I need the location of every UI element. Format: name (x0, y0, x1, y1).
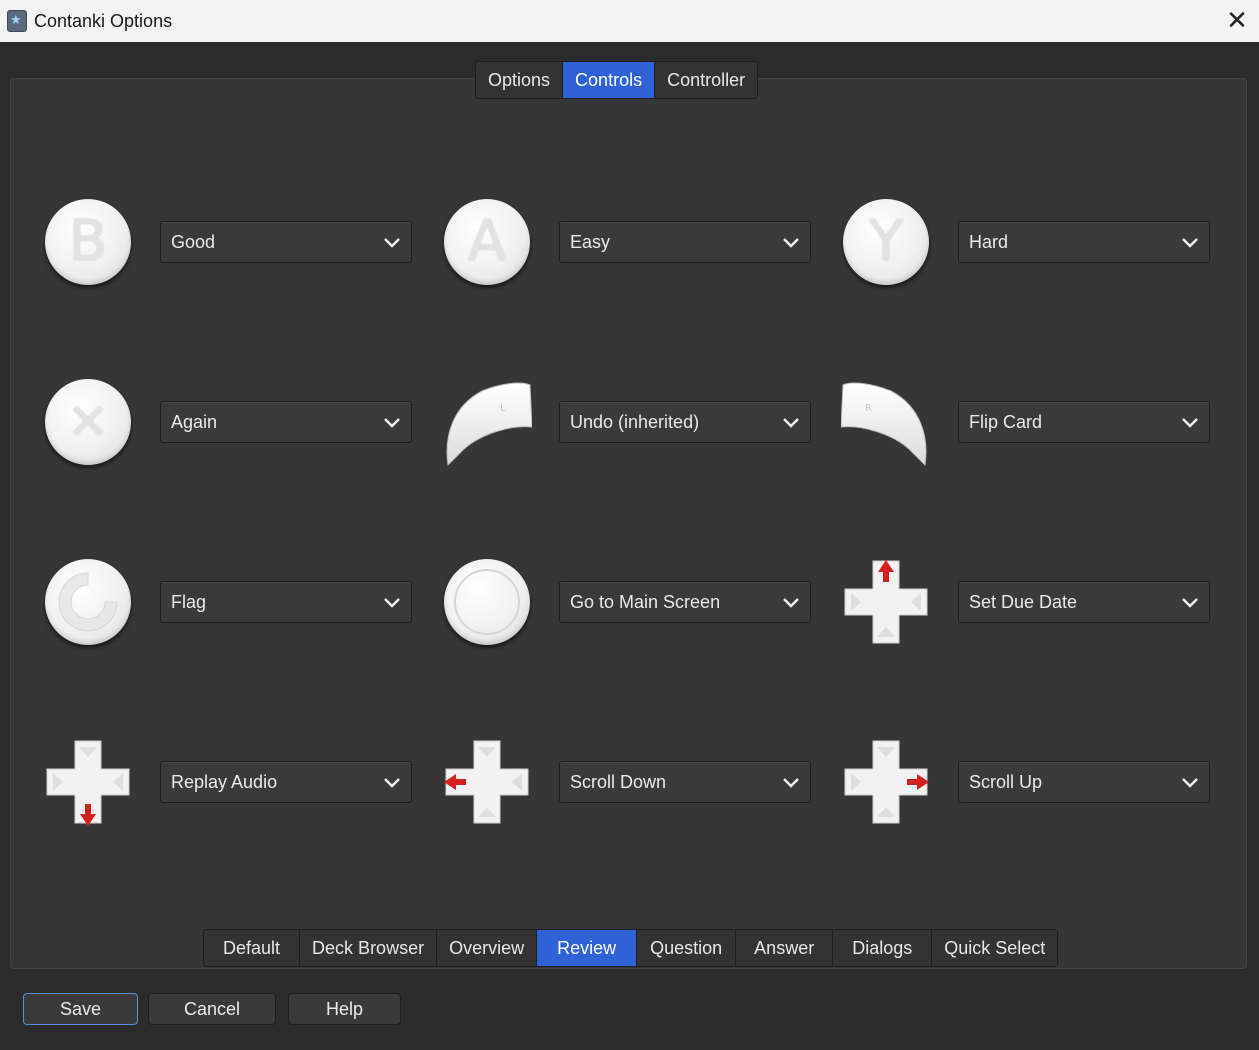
chevron-down-icon (782, 233, 800, 251)
dpad-right-action-value: Scroll Up (969, 772, 1043, 792)
x-button-action-value: Again (171, 412, 218, 432)
dpad-right-icon (841, 737, 931, 827)
chevron-down-icon (1181, 233, 1199, 251)
left-bumper-icon: L (442, 377, 533, 467)
help-button[interactable]: Help (288, 993, 401, 1025)
right-bumper-icon: R (840, 377, 931, 467)
chevron-down-icon (383, 593, 401, 611)
chevron-down-icon (782, 773, 800, 791)
b-button-action-value: Good (171, 232, 216, 252)
b-button-action-select[interactable]: Good (160, 221, 412, 263)
x-button-icon: ✕ (43, 377, 133, 467)
a-button-icon: A (442, 197, 532, 287)
share-button-action-select[interactable]: Flag (160, 581, 412, 623)
left-bumper-action-value: Undo (inherited) (570, 412, 700, 432)
tab-controls[interactable]: Controls (563, 62, 656, 98)
cancel-button[interactable]: Cancel (148, 993, 276, 1025)
top-tab-bar: Options Controls Controller (475, 61, 759, 99)
mode-tab-bar: Default Deck Browser Overview Review Que… (203, 929, 1059, 967)
dpad-down-action-select[interactable]: Replay Audio (160, 761, 412, 803)
tab-dialogs[interactable]: Dialogs (833, 930, 933, 966)
tab-quick-select[interactable]: Quick Select (932, 930, 1058, 966)
chevron-down-icon (1181, 593, 1199, 611)
dpad-up-action-value: Set Due Date (969, 592, 1078, 612)
app-icon (7, 10, 27, 32)
controls-panel (10, 78, 1247, 969)
left-bumper-action-select[interactable]: Undo (inherited) (559, 401, 811, 443)
chevron-down-icon (383, 233, 401, 251)
tab-controller[interactable]: Controller (655, 62, 758, 98)
tab-options[interactable]: Options (476, 62, 564, 98)
tab-question[interactable]: Question (637, 930, 737, 966)
svg-text:L: L (500, 403, 506, 414)
home-button-action-select[interactable]: Go to Main Screen (559, 581, 811, 623)
x-button-action-select[interactable]: Again (160, 401, 412, 443)
a-button-action-select[interactable]: Easy (559, 221, 811, 263)
chevron-down-icon (383, 413, 401, 431)
tab-answer[interactable]: Answer (736, 930, 834, 966)
tab-overview[interactable]: Overview (437, 930, 538, 966)
svg-text:R: R (865, 403, 872, 414)
home-button-action-value: Go to Main Screen (570, 592, 721, 612)
title-bar: Contanki Options ✕ (0, 0, 1259, 42)
dpad-left-action-select[interactable]: Scroll Down (559, 761, 811, 803)
tab-default[interactable]: Default (204, 930, 301, 966)
y-button-action-value: Hard (969, 232, 1009, 252)
chevron-down-icon (383, 773, 401, 791)
tab-deck-browser[interactable]: Deck Browser (300, 930, 438, 966)
dpad-right-action-select[interactable]: Scroll Up (958, 761, 1210, 803)
close-button[interactable]: ✕ (1215, 0, 1259, 42)
chevron-down-icon (1181, 773, 1199, 791)
a-button-action-value: Easy (570, 232, 611, 252)
home-button-icon (442, 557, 532, 647)
dpad-up-icon (841, 557, 931, 647)
save-button[interactable]: Save (23, 993, 138, 1025)
tab-review[interactable]: Review (537, 930, 638, 966)
dpad-left-action-value: Scroll Down (570, 772, 667, 792)
dpad-down-action-value: Replay Audio (171, 772, 278, 792)
b-button-icon: B (43, 197, 133, 287)
y-button-icon: Y (841, 197, 931, 287)
share-button-action-value: Flag (171, 592, 207, 612)
right-bumper-action-select[interactable]: Flip Card (958, 401, 1210, 443)
chevron-down-icon (782, 413, 800, 431)
dpad-down-icon (43, 737, 133, 827)
chevron-down-icon (782, 593, 800, 611)
share-button-icon (43, 557, 133, 647)
right-bumper-action-value: Flip Card (969, 412, 1043, 432)
y-button-action-select[interactable]: Hard (958, 221, 1210, 263)
chevron-down-icon (1181, 413, 1199, 431)
dpad-up-action-select[interactable]: Set Due Date (958, 581, 1210, 623)
dpad-left-icon (442, 737, 532, 827)
window-title: Contanki Options (34, 11, 173, 31)
